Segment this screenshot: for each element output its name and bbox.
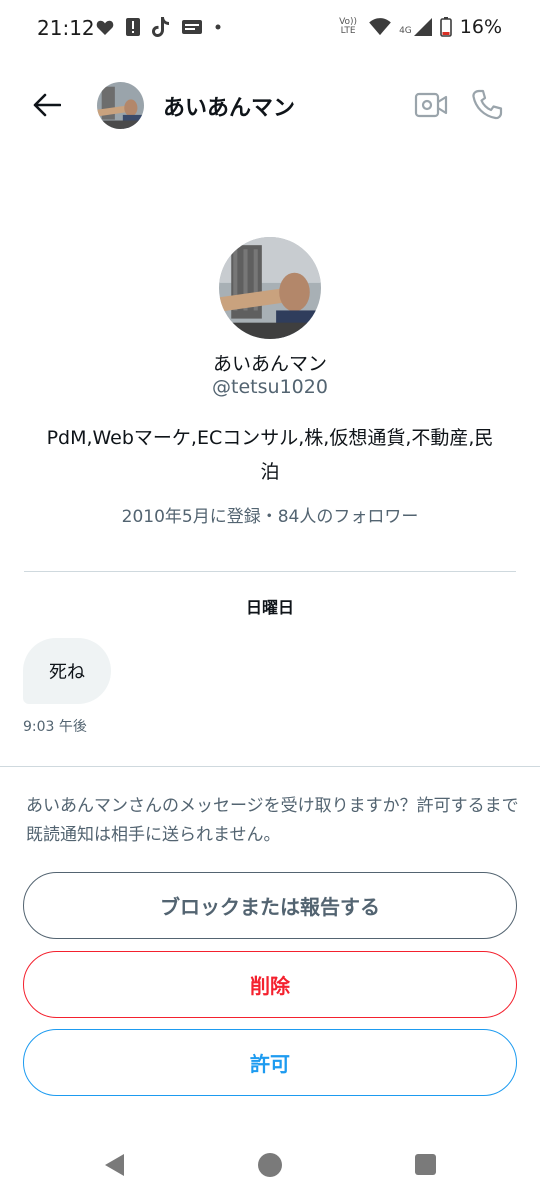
profile-handle: @tetsu1020	[212, 376, 328, 398]
header-avatar[interactable]	[97, 82, 144, 129]
tiktok-icon	[152, 17, 169, 37]
lte-label: LTE	[340, 26, 356, 36]
status-bar: 21:12 Vo)) LTE 4G 16%	[0, 0, 540, 54]
profile-bio: PdM,Webマーケ,ECコンサル,株,仮想通貨,不動産,民泊	[46, 427, 494, 483]
video-call-button[interactable]	[414, 90, 448, 120]
video-call-icon	[414, 92, 448, 118]
day-separator: 日曜日	[245, 598, 294, 617]
wifi-icon	[369, 18, 391, 36]
message-bubble[interactable]: 死ね	[23, 638, 111, 704]
heart-icon	[96, 20, 114, 35]
alert-icon	[126, 18, 140, 36]
avatar-photo-icon	[219, 237, 321, 339]
signal-icon	[413, 18, 432, 36]
nav-recents-icon[interactable]	[415, 1154, 436, 1175]
message-request-text: あいあんマンさんのメッセージを受け取りますか？許可するまで既読通知は相手に送られ…	[26, 796, 519, 845]
divider	[24, 571, 516, 572]
battery-percent: 16%	[459, 16, 502, 38]
back-button[interactable]	[30, 88, 64, 122]
profile-name: あいあんマン	[212, 353, 327, 375]
profile-meta: 2010年5月に登録・84人のフォロワー	[121, 507, 419, 527]
delete-button[interactable]: 削除	[23, 951, 517, 1018]
avatar-photo-icon	[97, 82, 144, 129]
status-time: 21:12	[37, 16, 95, 40]
message-timestamp: 9:03 午後	[23, 719, 87, 735]
request-panel-divider	[0, 766, 540, 767]
notification-icons	[96, 17, 222, 37]
block-report-button[interactable]: ブロックまたは報告する	[23, 872, 517, 939]
voice-call-button[interactable]	[470, 88, 504, 122]
system-icons: Vo)) LTE 4G 16%	[339, 16, 502, 38]
system-nav-bar	[0, 1140, 540, 1190]
allow-button[interactable]: 許可	[23, 1029, 517, 1096]
profile-avatar[interactable]	[219, 237, 321, 339]
conversation-header: あいあんマン	[0, 80, 540, 130]
network-type-label: 4G	[399, 26, 412, 36]
header-name: あいあんマン	[163, 96, 296, 121]
arrow-left-icon	[33, 93, 61, 117]
gift-icon	[182, 20, 202, 34]
nav-back-icon[interactable]	[102, 1152, 128, 1178]
battery-icon	[439, 17, 452, 37]
dot-icon	[215, 24, 221, 30]
nav-home-icon[interactable]	[258, 1153, 282, 1177]
volte-icon: Vo)) LTE	[339, 18, 357, 36]
phone-icon	[472, 89, 503, 120]
